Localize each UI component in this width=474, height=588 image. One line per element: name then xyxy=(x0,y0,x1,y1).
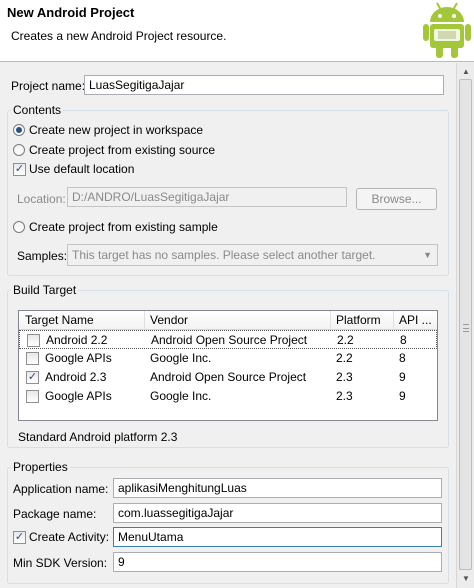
column-header-target-name[interactable]: Target Name xyxy=(25,313,94,327)
radio-existing-source[interactable] xyxy=(13,144,25,156)
check-default-location[interactable]: ✓ xyxy=(13,163,26,176)
cell-platform: 2.2 xyxy=(336,351,353,365)
wizard-title: New Android Project xyxy=(7,5,135,20)
column-header-api[interactable]: API ... xyxy=(399,313,432,327)
samples-dropdown[interactable]: This target has no samples. Please selec… xyxy=(67,244,438,266)
cell-vendor: Android Open Source Project xyxy=(151,333,308,347)
wizard-header: New Android Project Creates a new Androi… xyxy=(0,0,474,62)
cell-target-name: Google APIs xyxy=(45,389,112,403)
cell-target-name: Android 2.3 xyxy=(45,370,107,384)
scroll-up-arrow-icon[interactable]: ▲ xyxy=(461,67,471,77)
row-checkbox[interactable] xyxy=(27,334,40,347)
cell-vendor: Google Inc. xyxy=(150,351,212,365)
project-name-input[interactable]: LuasSegitigaJajar xyxy=(84,75,444,95)
column-separator[interactable] xyxy=(330,311,331,330)
build-target-table[interactable]: Target Name Vendor Platform API ... Andr… xyxy=(18,310,438,421)
table-row[interactable]: Google APIs Google Inc. 2.3 9 xyxy=(19,387,437,406)
package-name-input[interactable]: com.luassegitigaJajar xyxy=(113,503,442,523)
create-activity-input[interactable]: MenuUtama xyxy=(113,527,442,547)
package-name-label: Package name: xyxy=(13,507,97,521)
contents-group-title: Contents xyxy=(11,103,64,117)
wizard-subtitle: Creates a new Android Project resource. xyxy=(11,29,227,43)
table-row[interactable]: Android 2.2 Android Open Source Project … xyxy=(19,330,437,349)
radio-create-new-project[interactable] xyxy=(13,124,25,136)
cell-target-name: Android 2.2 xyxy=(46,333,108,347)
create-activity-label[interactable]: Create Activity: xyxy=(29,530,109,544)
row-checkbox[interactable] xyxy=(26,352,39,365)
cell-vendor: Android Open Source Project xyxy=(150,370,307,384)
location-label: Location: xyxy=(17,192,66,206)
cell-api: 8 xyxy=(400,333,407,347)
browse-button[interactable]: Browse... xyxy=(356,188,437,210)
samples-dropdown-value: This target has no samples. Please selec… xyxy=(72,248,376,262)
cell-target-name: Google APIs xyxy=(45,351,112,365)
check-default-location-label[interactable]: Use default location xyxy=(29,162,134,176)
android-robot-icon xyxy=(423,2,471,58)
cell-vendor: Google Inc. xyxy=(150,389,212,403)
min-sdk-version-input[interactable]: 9 xyxy=(113,552,442,572)
min-sdk-version-label: Min SDK Version: xyxy=(13,556,108,570)
column-header-vendor[interactable]: Vendor xyxy=(150,313,188,327)
radio-existing-source-label[interactable]: Create project from existing source xyxy=(29,143,215,157)
radio-existing-sample[interactable] xyxy=(13,221,25,233)
cell-platform: 2.2 xyxy=(337,333,354,347)
cell-api: 8 xyxy=(399,351,406,365)
chevron-down-icon: ▼ xyxy=(423,250,432,260)
table-header: Target Name Vendor Platform API ... xyxy=(19,311,437,330)
scroll-down-arrow-icon[interactable]: ▼ xyxy=(461,574,471,584)
radio-existing-sample-label[interactable]: Create project from existing sample xyxy=(29,220,218,234)
cell-api: 9 xyxy=(399,370,406,384)
samples-label: Samples: xyxy=(17,249,68,263)
grip-icon xyxy=(463,324,469,332)
column-separator[interactable] xyxy=(144,311,145,330)
location-input[interactable]: D:/ANDRO/LuasSegitigaJajar xyxy=(67,187,347,207)
row-checkbox[interactable]: ✓ xyxy=(26,371,39,384)
project-name-label: Project name: xyxy=(11,79,86,93)
column-separator[interactable] xyxy=(393,311,394,330)
application-name-label: Application name: xyxy=(13,482,109,496)
cell-api: 9 xyxy=(399,389,406,403)
application-name-input[interactable]: aplikasiMenghitungLuas xyxy=(113,478,442,498)
table-row[interactable]: Google APIs Google Inc. 2.2 8 xyxy=(19,349,437,368)
build-target-group-title: Build Target xyxy=(11,283,79,297)
cell-platform: 2.3 xyxy=(336,370,353,384)
vertical-scrollbar[interactable]: ▲ ▼ xyxy=(456,63,474,588)
check-create-activity[interactable]: ✓ xyxy=(13,531,26,544)
scrollbar-thumb[interactable] xyxy=(459,79,472,570)
build-target-description: Standard Android platform 2.3 xyxy=(18,430,178,444)
cell-platform: 2.3 xyxy=(336,389,353,403)
row-checkbox[interactable] xyxy=(26,390,39,403)
table-row[interactable]: ✓ Android 2.3 Android Open Source Projec… xyxy=(19,368,437,387)
properties-group-title: Properties xyxy=(11,460,70,474)
column-header-platform[interactable]: Platform xyxy=(336,313,381,327)
radio-create-new-project-label[interactable]: Create new project in workspace xyxy=(29,123,203,137)
